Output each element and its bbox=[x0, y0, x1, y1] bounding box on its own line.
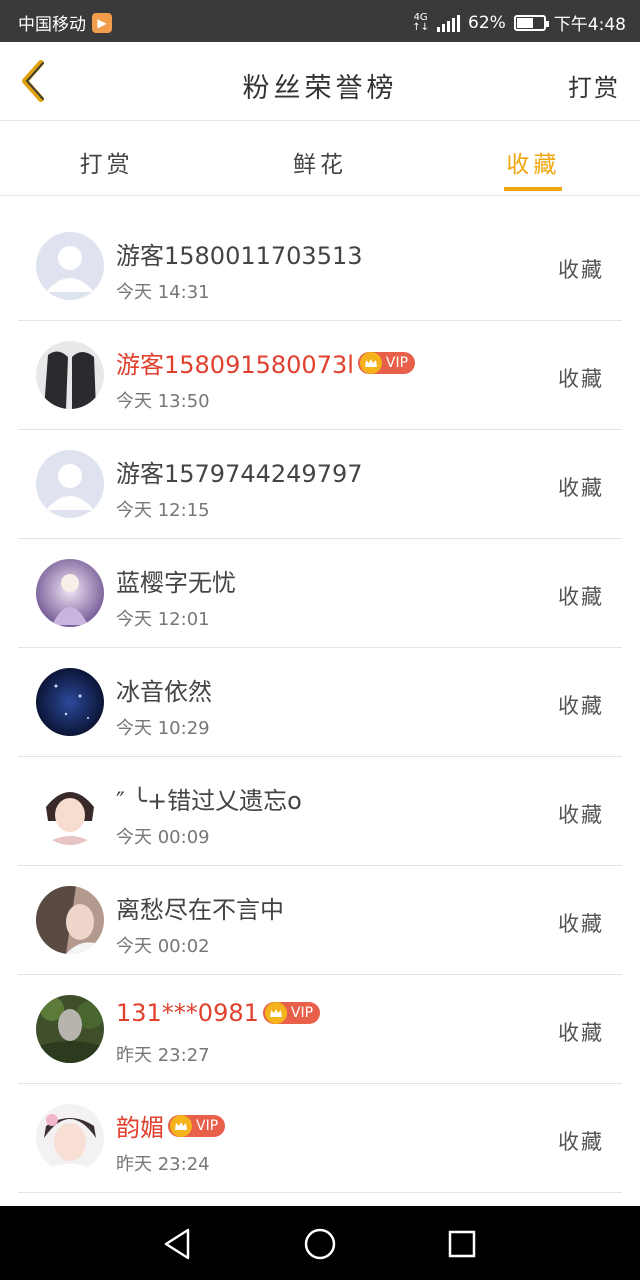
action-label: 收藏 bbox=[558, 258, 604, 282]
fan-time: 今天 13:50 bbox=[116, 391, 210, 412]
tab-label: 鲜花 bbox=[292, 152, 347, 178]
network-type: 4G ↑↓ bbox=[412, 11, 430, 33]
fan-row[interactable]: 冰音依然 今天 10:29 收藏 bbox=[18, 648, 622, 757]
vip-badge: VIP bbox=[357, 351, 416, 374]
fan-name: ″ ╰+错过乂遗忘o bbox=[116, 787, 302, 815]
action-label: 收藏 bbox=[558, 803, 604, 827]
name-line: 冰音依然 bbox=[116, 672, 212, 707]
action-label: 收藏 bbox=[558, 476, 604, 500]
fan-row[interactable]: 游客158091580073l VIP 今天 13:50 收藏 bbox=[18, 321, 622, 430]
fan-time: 今天 10:29 bbox=[116, 718, 210, 739]
fan-name: 游客1580011703513 bbox=[116, 242, 363, 270]
fan-row[interactable]: 游客1579744249797 今天 12:15 收藏 bbox=[18, 430, 622, 539]
vip-label: VIP bbox=[196, 1117, 219, 1134]
name-line: ″ ╰+错过乂遗忘o bbox=[116, 781, 302, 816]
avatar bbox=[36, 232, 104, 300]
action-label: 收藏 bbox=[558, 694, 604, 718]
fan-row[interactable]: 韵媚 VIP 昨天 23:24 收藏 bbox=[18, 1084, 622, 1193]
fan-time: 今天 00:02 bbox=[116, 936, 210, 957]
fan-row[interactable]: 蓝樱字无忧 今天 12:01 收藏 bbox=[18, 539, 622, 648]
fan-name: 131***0981 bbox=[116, 999, 259, 1027]
fan-time: 今天 00:09 bbox=[116, 827, 210, 848]
fan-name: 游客158091580073l bbox=[116, 351, 354, 379]
status-left: 中国移动 ▶ bbox=[18, 10, 112, 35]
fan-row[interactable]: 131***0981 VIP 昨天 23:27 收藏 bbox=[18, 975, 622, 1084]
vip-label: VIP bbox=[290, 1005, 314, 1021]
name-line: 游客158091580073l VIP bbox=[116, 345, 416, 380]
carrier-label: 中国移动 bbox=[18, 15, 86, 35]
tab-label: 打赏 bbox=[79, 152, 134, 178]
fan-time: 今天 12:15 bbox=[116, 500, 210, 521]
battery-icon bbox=[513, 14, 549, 31]
avatar bbox=[36, 1104, 104, 1172]
app-header: 粉丝荣誉榜 打赏 bbox=[0, 42, 640, 121]
action-label: 收藏 bbox=[558, 912, 604, 936]
triangle-back-icon bbox=[164, 1228, 190, 1260]
tab-reward[interactable]: 打赏 bbox=[0, 121, 213, 195]
avatar bbox=[36, 450, 104, 518]
action-label: 收藏 bbox=[558, 367, 604, 391]
status-right: 4G ↑↓ 62% 下午4:48 bbox=[412, 10, 626, 35]
fan-row[interactable]: 离愁尽在不言中 今天 00:02 收藏 bbox=[18, 866, 622, 975]
fan-list: 游客1580011703513 今天 14:31 收藏 游客1580915800… bbox=[0, 212, 640, 1193]
avatar bbox=[36, 559, 104, 627]
fan-time: 昨天 23:24 bbox=[116, 1154, 210, 1175]
crown-icon bbox=[264, 1002, 287, 1024]
app-notification-icon: ▶ bbox=[92, 12, 112, 33]
action-label: 收藏 bbox=[558, 1021, 604, 1045]
fan-row[interactable]: ″ ╰+错过乂遗忘o 今天 00:09 收藏 bbox=[18, 757, 622, 866]
fan-name: 蓝樱字无忧 bbox=[116, 569, 236, 597]
fan-name: 离愁尽在不言中 bbox=[116, 896, 284, 924]
system-nav-bar bbox=[0, 1206, 640, 1280]
tab-favorites[interactable]: 收藏 bbox=[427, 121, 640, 195]
name-line: 131***0981 VIP bbox=[116, 999, 321, 1027]
fan-time: 今天 14:31 bbox=[116, 282, 210, 303]
crown-icon bbox=[359, 351, 382, 374]
nav-home-button[interactable] bbox=[300, 1224, 340, 1264]
avatar bbox=[36, 341, 104, 409]
nav-back-button[interactable] bbox=[158, 1224, 198, 1264]
name-line: 游客1579744249797 bbox=[116, 454, 363, 489]
active-tab-indicator bbox=[504, 187, 563, 191]
fan-name: 游客1579744249797 bbox=[116, 460, 363, 488]
crown-icon bbox=[170, 1114, 192, 1137]
fan-time: 昨天 23:27 bbox=[116, 1045, 210, 1066]
avatar bbox=[36, 668, 104, 736]
name-line: 蓝樱字无忧 bbox=[116, 563, 236, 598]
square-recents-icon bbox=[448, 1230, 476, 1258]
tab-bar: 打赏 鲜花 收藏 bbox=[0, 121, 640, 196]
avatar bbox=[36, 995, 104, 1063]
fan-name: 冰音依然 bbox=[116, 678, 212, 706]
status-bar: 中国移动 ▶ 4G ↑↓ 62% 下午4:48 bbox=[0, 0, 640, 42]
vip-badge: VIP bbox=[262, 1002, 321, 1024]
tab-flowers[interactable]: 鲜花 bbox=[213, 121, 426, 195]
avatar bbox=[36, 886, 104, 954]
nav-recents-button[interactable] bbox=[442, 1224, 482, 1264]
circle-home-icon bbox=[304, 1228, 336, 1260]
name-line: 韵媚 VIP bbox=[116, 1108, 226, 1143]
signal-icon bbox=[437, 14, 461, 32]
vip-label: VIP bbox=[385, 354, 409, 371]
battery-percent: 62% bbox=[468, 12, 506, 33]
vip-badge: VIP bbox=[168, 1114, 226, 1137]
action-label: 收藏 bbox=[558, 585, 604, 609]
name-line: 游客1580011703513 bbox=[116, 236, 363, 271]
name-line: 离愁尽在不言中 bbox=[116, 890, 284, 925]
tab-label: 收藏 bbox=[506, 152, 561, 178]
clock: 下午4:48 bbox=[553, 15, 626, 35]
avatar bbox=[36, 777, 104, 845]
fan-row[interactable]: 游客1580011703513 今天 14:31 收藏 bbox=[18, 212, 622, 321]
reward-button[interactable]: 打赏 bbox=[568, 68, 620, 103]
fan-time: 今天 12:01 bbox=[116, 609, 210, 630]
fan-name: 韵媚 bbox=[116, 1114, 164, 1142]
action-label: 收藏 bbox=[558, 1130, 604, 1154]
page-title: 粉丝荣誉榜 bbox=[242, 73, 398, 104]
